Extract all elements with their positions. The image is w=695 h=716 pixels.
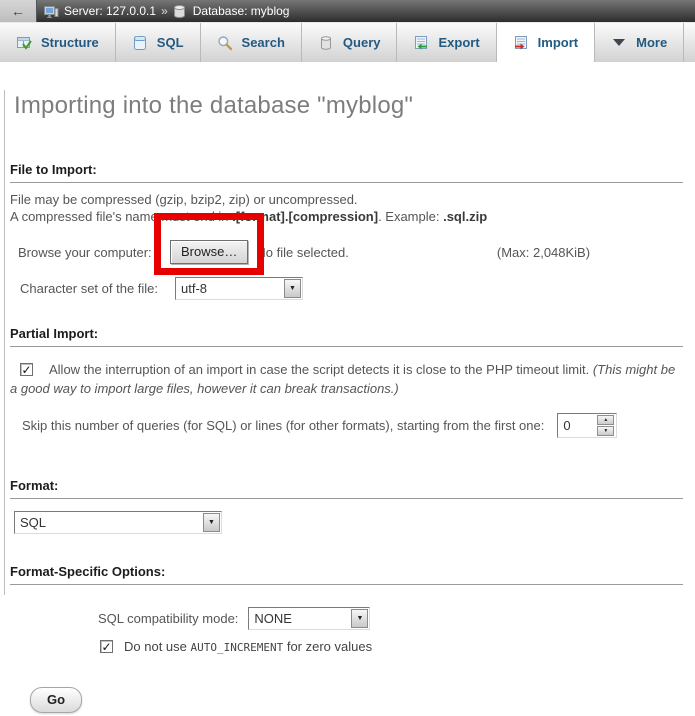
tab-sql-label: SQL	[157, 35, 184, 50]
file-to-import-heading: File to Import:	[10, 162, 683, 183]
format-select-value: SQL	[15, 512, 202, 533]
spinner-up-icon[interactable]: ▲	[597, 415, 614, 425]
compression-format-pattern: .[format].[compression]	[232, 209, 378, 224]
structure-icon	[16, 35, 32, 51]
skip-queries-value: 0	[559, 418, 597, 433]
breadcrumb-database[interactable]: Database: myblog	[193, 4, 290, 18]
tab-query[interactable]: Query	[302, 23, 398, 62]
skip-queries-row: Skip this number of queries (for SQL) or…	[10, 413, 685, 438]
tab-export-label: Export	[438, 35, 479, 50]
tab-import[interactable]: Import	[497, 23, 595, 62]
no-file-selected-text: No file selected.	[256, 245, 349, 260]
auto-increment-code: AUTO_INCREMENT	[191, 641, 284, 654]
format-select[interactable]: SQL ▼	[14, 511, 222, 534]
tab-structure-label: Structure	[41, 35, 99, 50]
skip-queries-spinner: ▲ ▼	[597, 415, 614, 436]
sql-compat-row: SQL compatibility mode: NONE ▼	[10, 607, 685, 630]
compression-example: .sql.zip	[443, 209, 487, 224]
compression-line1: File may be compressed (gzip, bzip2, zip…	[10, 192, 358, 207]
compression-line2-prefix: A compressed file's name must end in	[10, 209, 232, 224]
charset-row: Character set of the file: utf-8 ▼	[10, 277, 685, 300]
tab-search[interactable]: Search	[201, 23, 302, 62]
query-icon	[318, 35, 334, 51]
charset-select-value: utf-8	[176, 278, 283, 299]
breadcrumb-server[interactable]: Server: 127.0.0.1	[64, 4, 156, 18]
format-row: SQL ▼	[10, 511, 685, 534]
page-title: Importing into the database "myblog"	[14, 90, 685, 122]
format-dropdown-arrow-icon[interactable]: ▼	[203, 513, 220, 532]
allow-interrupt-checkbox[interactable]: ✓	[20, 363, 33, 376]
back-arrow-icon: ←	[11, 3, 25, 19]
tab-more-label: More	[636, 35, 667, 50]
browse-button[interactable]: Browse…	[170, 240, 248, 264]
export-icon	[413, 35, 429, 51]
auto-increment-row: ✓ Do not use AUTO_INCREMENT for zero val…	[10, 639, 685, 654]
auto-increment-checkbox[interactable]: ✓	[100, 640, 113, 653]
tab-import-label: Import	[538, 35, 578, 50]
skip-queries-label: Skip this number of queries (for SQL) or…	[22, 418, 544, 433]
content-left-border	[4, 90, 5, 595]
compression-line2-mid: . Example:	[378, 209, 443, 224]
server-icon	[44, 4, 59, 19]
max-size-text: (Max: 2,048KiB)	[497, 245, 590, 260]
tab-export[interactable]: Export	[397, 23, 496, 62]
tab-more[interactable]: More	[595, 23, 684, 62]
database-icon	[173, 4, 188, 19]
breadcrumb: Server: 127.0.0.1 » Database: myblog	[44, 4, 289, 19]
go-row: Go	[10, 687, 685, 713]
charset-select[interactable]: utf-8 ▼	[175, 277, 303, 300]
breadcrumb-separator: »	[161, 4, 168, 18]
search-icon	[217, 35, 233, 51]
format-heading: Format:	[10, 478, 683, 499]
charset-dropdown-arrow-icon[interactable]: ▼	[284, 279, 301, 298]
format-options-heading: Format-Specific Options:	[10, 564, 683, 585]
auto-increment-suffix: for zero values	[283, 639, 372, 654]
tab-query-label: Query	[343, 35, 381, 50]
auto-increment-text: Do not use AUTO_INCREMENT for zero value…	[124, 639, 372, 654]
skip-queries-input[interactable]: 0 ▲ ▼	[557, 413, 617, 438]
sql-compat-label: SQL compatibility mode:	[98, 611, 238, 626]
compat-dropdown-arrow-icon[interactable]: ▼	[351, 609, 368, 628]
browse-row: Browse your computer: Browse… No file se…	[10, 240, 685, 264]
allow-interrupt-row: ✓ Allow the interruption of an import in…	[10, 360, 682, 398]
spinner-down-icon[interactable]: ▼	[597, 426, 614, 436]
breadcrumb-bar: ← Server: 127.0.0.1 » Database: myblog	[0, 0, 695, 22]
sql-compat-select[interactable]: NONE ▼	[248, 607, 370, 630]
main-content: Importing into the database "myblog" Fil…	[0, 90, 695, 713]
import-icon	[513, 35, 529, 51]
back-button[interactable]: ←	[0, 0, 37, 22]
chevron-down-icon	[611, 35, 627, 51]
charset-label: Character set of the file:	[20, 281, 175, 296]
go-button[interactable]: Go	[30, 687, 82, 713]
partial-import-heading: Partial Import:	[10, 326, 683, 347]
tab-bar: Structure SQL Search Query Export Import…	[0, 22, 695, 62]
sql-compat-select-value: NONE	[249, 608, 350, 629]
browse-label: Browse your computer:	[18, 245, 170, 260]
allow-interrupt-text: Allow the interruption of an import in c…	[49, 362, 593, 377]
tab-structure[interactable]: Structure	[0, 23, 116, 62]
tab-search-label: Search	[242, 35, 285, 50]
auto-increment-prefix: Do not use	[124, 639, 191, 654]
compression-info-text: File may be compressed (gzip, bzip2, zip…	[10, 191, 685, 225]
sql-icon	[132, 35, 148, 51]
tab-sql[interactable]: SQL	[116, 23, 201, 62]
